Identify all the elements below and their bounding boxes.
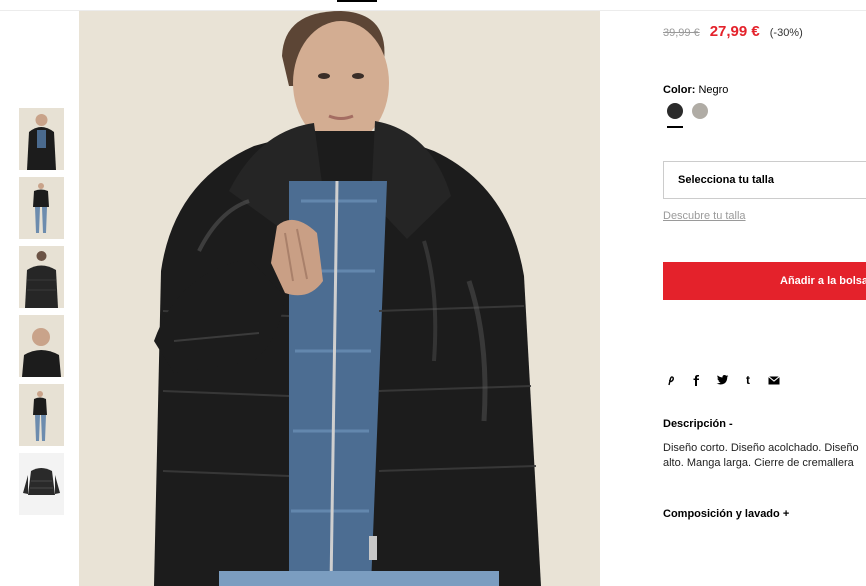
color-value: Negro: [698, 84, 729, 96]
thumbnail-full-body-view[interactable]: [19, 177, 64, 239]
description-title: Descripción: [663, 418, 726, 430]
size-select[interactable]: Selecciona tu talla: [663, 161, 866, 199]
color-swatch-grey[interactable]: [692, 103, 708, 119]
description-line-1: Diseño corto. Diseño acolchado. Diseño: [663, 442, 859, 454]
email-icon[interactable]: [767, 373, 781, 387]
tumblr-icon[interactable]: t: [741, 373, 755, 387]
add-to-bag-button[interactable]: Añadir a la bolsa: [663, 262, 866, 300]
color-swatch-black[interactable]: [667, 103, 683, 119]
description-text: Diseño corto. Diseño acolchado. Diseño a…: [663, 441, 866, 471]
pinterest-icon[interactable]: [663, 373, 677, 387]
main-product-image[interactable]: [79, 11, 600, 586]
thumbnail-collar-detail[interactable]: [19, 315, 64, 377]
discount-badge: (-30%): [769, 27, 803, 39]
selected-swatch-indicator: [667, 126, 683, 128]
description-toggle-sign: -: [729, 418, 733, 430]
price-row: 39,99 € 27,99 € (-30%): [663, 23, 803, 40]
thumbnail-flat-lay-view[interactable]: [19, 453, 64, 515]
color-label-title: Color:: [663, 84, 696, 96]
color-label: Color: Negro: [663, 84, 728, 96]
old-price: 39,99 €: [663, 27, 700, 39]
thumbnail-back-view[interactable]: [19, 246, 64, 308]
description-line-2: alto. Manga larga. Cierre de cremallera: [663, 457, 854, 469]
composition-toggle[interactable]: Composición y lavado +: [663, 508, 789, 520]
composition-title: Composición y lavado: [663, 508, 780, 520]
thumbnail-front-view[interactable]: [19, 108, 64, 170]
active-tab-indicator: [337, 0, 377, 2]
composition-toggle-sign: +: [782, 508, 790, 520]
share-icons: t: [663, 372, 793, 388]
facebook-icon[interactable]: [689, 373, 703, 387]
sale-price: 27,99 €: [709, 23, 760, 40]
thumbnail-full-body-side-view[interactable]: [19, 384, 64, 446]
twitter-icon[interactable]: [715, 373, 729, 387]
description-toggle[interactable]: Descripción -: [663, 418, 733, 430]
size-guide-link[interactable]: Descubre tu talla: [663, 210, 746, 222]
